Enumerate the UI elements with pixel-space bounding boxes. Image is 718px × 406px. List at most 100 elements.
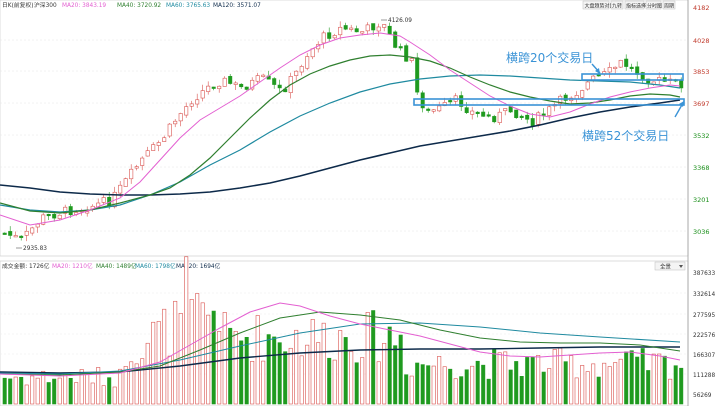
volume-bar xyxy=(338,330,343,405)
volume-bar xyxy=(239,340,244,405)
volume-bar xyxy=(486,378,491,405)
candle xyxy=(272,78,277,85)
candle xyxy=(585,81,590,90)
volume-bar xyxy=(640,348,645,405)
candle xyxy=(35,223,40,228)
candle xyxy=(398,46,403,49)
volume-bar xyxy=(19,376,24,405)
volume-bar xyxy=(646,370,651,405)
candle xyxy=(519,115,524,118)
volume-bar xyxy=(464,369,469,405)
volume-bar xyxy=(277,342,282,405)
candle xyxy=(189,103,194,107)
volume-bar xyxy=(629,350,634,405)
volume-tick: 222576 xyxy=(693,333,715,339)
volume-bar xyxy=(13,376,18,405)
price-tick: 3853 xyxy=(693,68,710,76)
volume-bar xyxy=(459,376,464,405)
candle xyxy=(101,197,106,203)
toolbar: 大盘趋势对比 九转 指标选择 分时图 周期 xyxy=(582,0,676,9)
volume-bar xyxy=(558,347,563,405)
index-name: 沪深300 xyxy=(34,1,57,9)
candle xyxy=(327,32,332,39)
volume-bar xyxy=(580,365,585,405)
volume-title: 成交金额: 1726亿 xyxy=(2,262,50,270)
volume-bar xyxy=(470,365,475,405)
candle xyxy=(200,90,205,99)
candle xyxy=(503,108,508,112)
candle xyxy=(228,76,233,84)
candle xyxy=(184,106,189,116)
candle xyxy=(376,26,381,32)
volume-bar xyxy=(162,308,167,405)
candle xyxy=(404,45,409,62)
candle xyxy=(497,111,502,123)
volume-bar xyxy=(184,256,189,405)
candle xyxy=(30,227,35,234)
candle xyxy=(426,108,431,111)
candle xyxy=(19,235,24,238)
candle xyxy=(618,59,623,68)
candle xyxy=(145,150,150,157)
indicator-label: 指标选择 xyxy=(626,2,646,9)
stock-chart[interactable]: 日K(前复权) 沪深300 MA20: 3843.19 MA40: 3720.9… xyxy=(0,0,718,406)
candle xyxy=(294,70,299,76)
volume-bar xyxy=(475,360,480,405)
volume-bar xyxy=(437,356,442,405)
candle xyxy=(13,235,18,238)
volume-bar xyxy=(167,355,172,405)
volume-bar xyxy=(618,358,623,405)
price-axis: 4182 4028 3853 3697 3532 3368 3201 3036 xyxy=(693,4,710,236)
volume-bar xyxy=(206,314,211,405)
volume-bar xyxy=(46,382,51,405)
candle xyxy=(46,213,51,217)
candle xyxy=(508,106,513,113)
volume-bar xyxy=(536,355,541,405)
candle xyxy=(134,166,139,169)
candle xyxy=(206,85,211,92)
volume-bar xyxy=(294,329,299,405)
candle xyxy=(310,48,315,58)
candle xyxy=(129,168,134,180)
candle xyxy=(475,111,480,114)
volume-bar xyxy=(574,377,579,405)
volume-bar xyxy=(85,373,90,405)
volume-bar xyxy=(591,363,596,405)
volume-bar xyxy=(657,353,662,405)
candle xyxy=(514,109,519,118)
volume-bar xyxy=(673,365,678,405)
volume-bar xyxy=(57,377,62,405)
upper-annotation-text: 横跨20个交易日 xyxy=(506,50,593,65)
candle xyxy=(332,35,337,39)
volume-bar xyxy=(569,355,574,405)
candle xyxy=(233,82,238,85)
candle xyxy=(57,214,62,220)
volume-bar xyxy=(497,352,502,405)
candle xyxy=(217,85,222,90)
price-tick: 3368 xyxy=(693,164,710,172)
volume-bar xyxy=(376,361,381,405)
candle xyxy=(382,24,387,28)
volume-bar xyxy=(112,386,117,405)
candle xyxy=(486,114,491,117)
price-tick: 3036 xyxy=(693,228,710,236)
candle xyxy=(24,230,29,236)
volume-bar xyxy=(585,371,590,405)
volume-tick: 56269 xyxy=(693,393,712,399)
candle xyxy=(195,99,200,105)
candle xyxy=(371,23,376,31)
candle xyxy=(156,142,161,146)
volume-bar xyxy=(382,342,387,405)
volume-bar xyxy=(596,376,601,405)
volume-bar xyxy=(200,302,205,405)
volume-bar xyxy=(624,351,629,405)
volume-bar xyxy=(299,355,304,405)
candle xyxy=(415,57,420,93)
volume-bar xyxy=(255,315,260,405)
volume-bar xyxy=(101,385,106,405)
vol-ma120-label: MA120: 1694亿 xyxy=(176,262,221,270)
candle xyxy=(525,114,530,120)
ma120-label: MA120: 3571.07 xyxy=(213,3,261,9)
candle xyxy=(239,83,244,88)
chart-code: 日K(前复权) xyxy=(2,1,34,9)
